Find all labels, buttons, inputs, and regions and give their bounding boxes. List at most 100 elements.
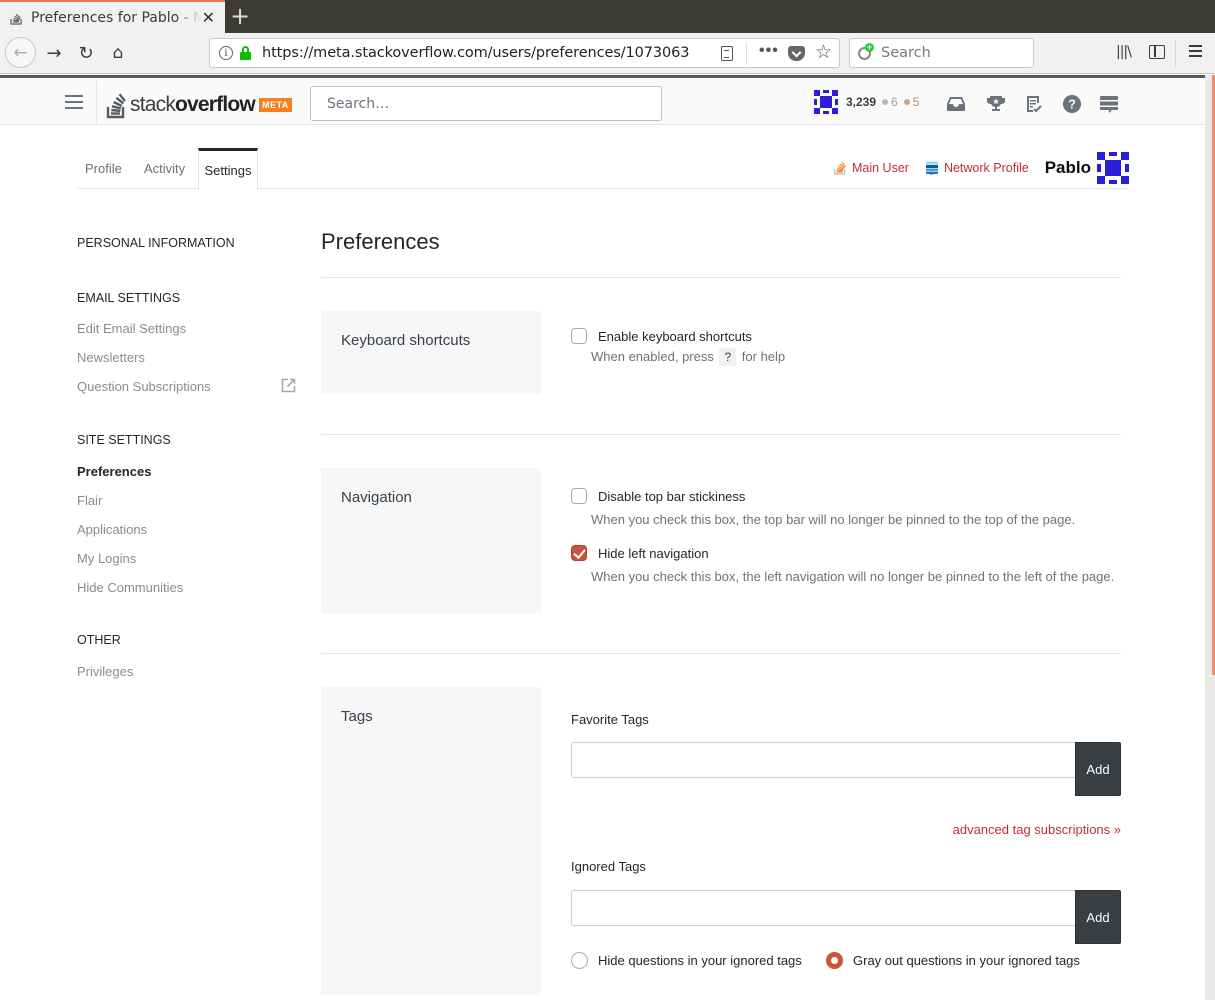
external-link-icon (281, 378, 296, 393)
bronze-badge-icon (903, 99, 910, 105)
disable-top-bar-stickiness-checkbox[interactable] (571, 488, 587, 504)
logo-wordmark: stackoverflow (130, 93, 256, 117)
url-bar[interactable]: i https://meta.stackoverflow.com/users/p… (209, 38, 840, 68)
nav-item-question-subscriptions[interactable]: Question Subscriptions (77, 377, 302, 406)
nav-item-label: Edit Email Settings (77, 321, 187, 336)
section-divider (321, 653, 1121, 654)
bookmark-star-icon[interactable]: ☆ (815, 41, 832, 63)
svg-text:?: ? (1068, 97, 1076, 112)
logo-text-light: stack (130, 93, 176, 116)
browser-tab-strip: Preferences for Pablo - Meta Stack Overf… (0, 0, 1215, 33)
tab-activity[interactable]: Activity (136, 148, 193, 189)
section-label-tags: Tags (341, 708, 373, 725)
search-engine-icon[interactable] (858, 42, 874, 61)
section-label-keyboard: Keyboard shortcuts (341, 332, 471, 349)
ignored-tags-label: Ignored Tags (571, 859, 646, 874)
nav-item-label: Preferences (77, 464, 152, 479)
favorite-tags-input[interactable] (571, 742, 1077, 778)
pocket-icon[interactable] (788, 46, 805, 61)
nav-group-personal-information[interactable]: PERSONAL INFORMATION (77, 236, 235, 256)
nav-item-label: Privileges (77, 664, 134, 679)
advanced-tag-subscriptions-link[interactable]: advanced tag subscriptions » (953, 822, 1121, 837)
nav-item-label: Flair (77, 493, 103, 508)
section-label-navigation: Navigation (341, 489, 412, 506)
help-icon[interactable]: ? (1062, 94, 1082, 114)
nav-item-label: Hide Communities (77, 580, 184, 595)
home-button[interactable]: ⌂ (106, 38, 130, 68)
hide-ignored-questions-label[interactable]: Hide questions in your ignored tags (598, 953, 802, 968)
topbar-user-card[interactable]: 3,239 6 5 (814, 90, 919, 114)
tab-settings[interactable]: Settings (198, 148, 258, 190)
inbox-icon[interactable] (946, 94, 966, 114)
browser-menu-icon[interactable] (1189, 45, 1202, 57)
tab-profile[interactable]: Profile (77, 148, 130, 189)
stackoverflow-icon (833, 161, 846, 175)
page-actions-icon[interactable]: ••• (759, 42, 779, 60)
user-avatar[interactable] (814, 90, 838, 114)
nav-item-applications[interactable]: Applications (77, 520, 147, 549)
profile-avatar[interactable] (1097, 152, 1129, 184)
reader-view-icon[interactable] (721, 46, 733, 61)
silver-badge-value: 6 (891, 95, 898, 109)
nav-item-my-logins[interactable]: My Logins (77, 549, 136, 578)
browser-tab[interactable]: Preferences for Pablo - Meta Stack Overf… (0, 0, 225, 33)
browser-search-bar[interactable]: Search (849, 38, 1034, 68)
navigation-section-label-box: Navigation (321, 468, 541, 613)
profile-links: Main User Network Profile Pablo (833, 148, 1129, 188)
enable-keyboard-shortcuts-checkbox[interactable] (571, 328, 587, 344)
stackoverflow-favicon-icon (9, 11, 23, 25)
forward-button[interactable]: → (42, 38, 66, 68)
hamburger-menu-icon[interactable] (65, 95, 83, 109)
enable-keyboard-shortcuts-label[interactable]: Enable keyboard shortcuts (598, 329, 752, 344)
page-viewport: stackoverflow META Search… 3,239 6 5 ? P… (0, 75, 1205, 1000)
lock-icon[interactable] (240, 46, 251, 60)
back-button[interactable]: ← (5, 37, 36, 68)
section-divider (321, 434, 1121, 435)
new-tab-button[interactable]: + (230, 2, 250, 30)
logo-text-bold: overflow (175, 93, 256, 116)
nav-item-newsletters[interactable]: Newsletters (77, 348, 145, 377)
site-logo[interactable]: stackoverflow META (106, 87, 292, 119)
achievements-trophy-icon[interactable] (986, 94, 1006, 114)
site-switcher-icon[interactable] (1099, 94, 1119, 114)
ignored-tags-input[interactable] (571, 890, 1077, 926)
reload-button[interactable]: ↻ (74, 38, 98, 68)
sidebar-toggle-icon[interactable] (1149, 45, 1165, 59)
keyboard-shortcuts-description: When enabled, press ? for help (591, 348, 785, 366)
nav-item-label: My Logins (77, 551, 137, 566)
gray-out-ignored-questions-radio[interactable] (826, 952, 843, 969)
nav-group-other: OTHER (77, 633, 121, 647)
nav-item-hide-communities[interactable]: Hide Communities (77, 578, 183, 607)
main-user-link[interactable]: Main User (833, 161, 909, 175)
hide-left-navigation-checkbox[interactable] (571, 545, 587, 561)
favorite-tags-label: Favorite Tags (571, 712, 649, 727)
main-user-label: Main User (851, 161, 909, 175)
disable-top-bar-stickiness-label[interactable]: Disable top bar stickiness (598, 489, 745, 504)
network-profile-link[interactable]: Network Profile (925, 161, 1029, 175)
silver-badge-icon (882, 99, 889, 105)
add-favorite-tag-button[interactable]: Add (1075, 742, 1121, 796)
gray-out-ignored-questions-label[interactable]: Gray out questions in your ignored tags (853, 953, 1080, 968)
close-tab-icon[interactable]: ✕ (202, 8, 215, 27)
bronze-badge-count: 5 (903, 95, 920, 109)
hide-ignored-questions-radio[interactable] (571, 952, 588, 969)
help-key: ? (719, 348, 737, 366)
library-icon[interactable]: |||\ (1116, 44, 1132, 60)
nav-item-label: Newsletters (77, 350, 145, 365)
add-ignored-tag-button[interactable]: Add (1075, 890, 1121, 944)
hide-left-navigation-label[interactable]: Hide left navigation (598, 546, 709, 561)
keyboard-section-label-box: Keyboard shortcuts (321, 311, 541, 394)
site-info-icon[interactable]: i (219, 46, 233, 60)
site-search-input[interactable]: Search… (310, 86, 662, 121)
hide-left-navigation-description: When you check this box, the left naviga… (591, 569, 1115, 584)
browser-toolbar: ← → ↻ ⌂ i https://meta.stackoverflow.com… (0, 33, 1215, 74)
url-text[interactable]: https://meta.stackoverflow.com/users/pre… (262, 45, 690, 61)
bronze-badge-value: 5 (912, 95, 920, 109)
nav-item-privileges[interactable]: Privileges (77, 662, 133, 691)
nav-item-edit-email-settings[interactable]: Edit Email Settings (77, 319, 186, 348)
nav-item-flair[interactable]: Flair (77, 491, 102, 520)
tags-section-label-box: Tags (321, 687, 541, 995)
review-queue-icon[interactable] (1024, 94, 1044, 114)
nav-item-preferences[interactable]: Preferences (77, 462, 151, 491)
site-search-placeholder: Search… (327, 95, 390, 112)
